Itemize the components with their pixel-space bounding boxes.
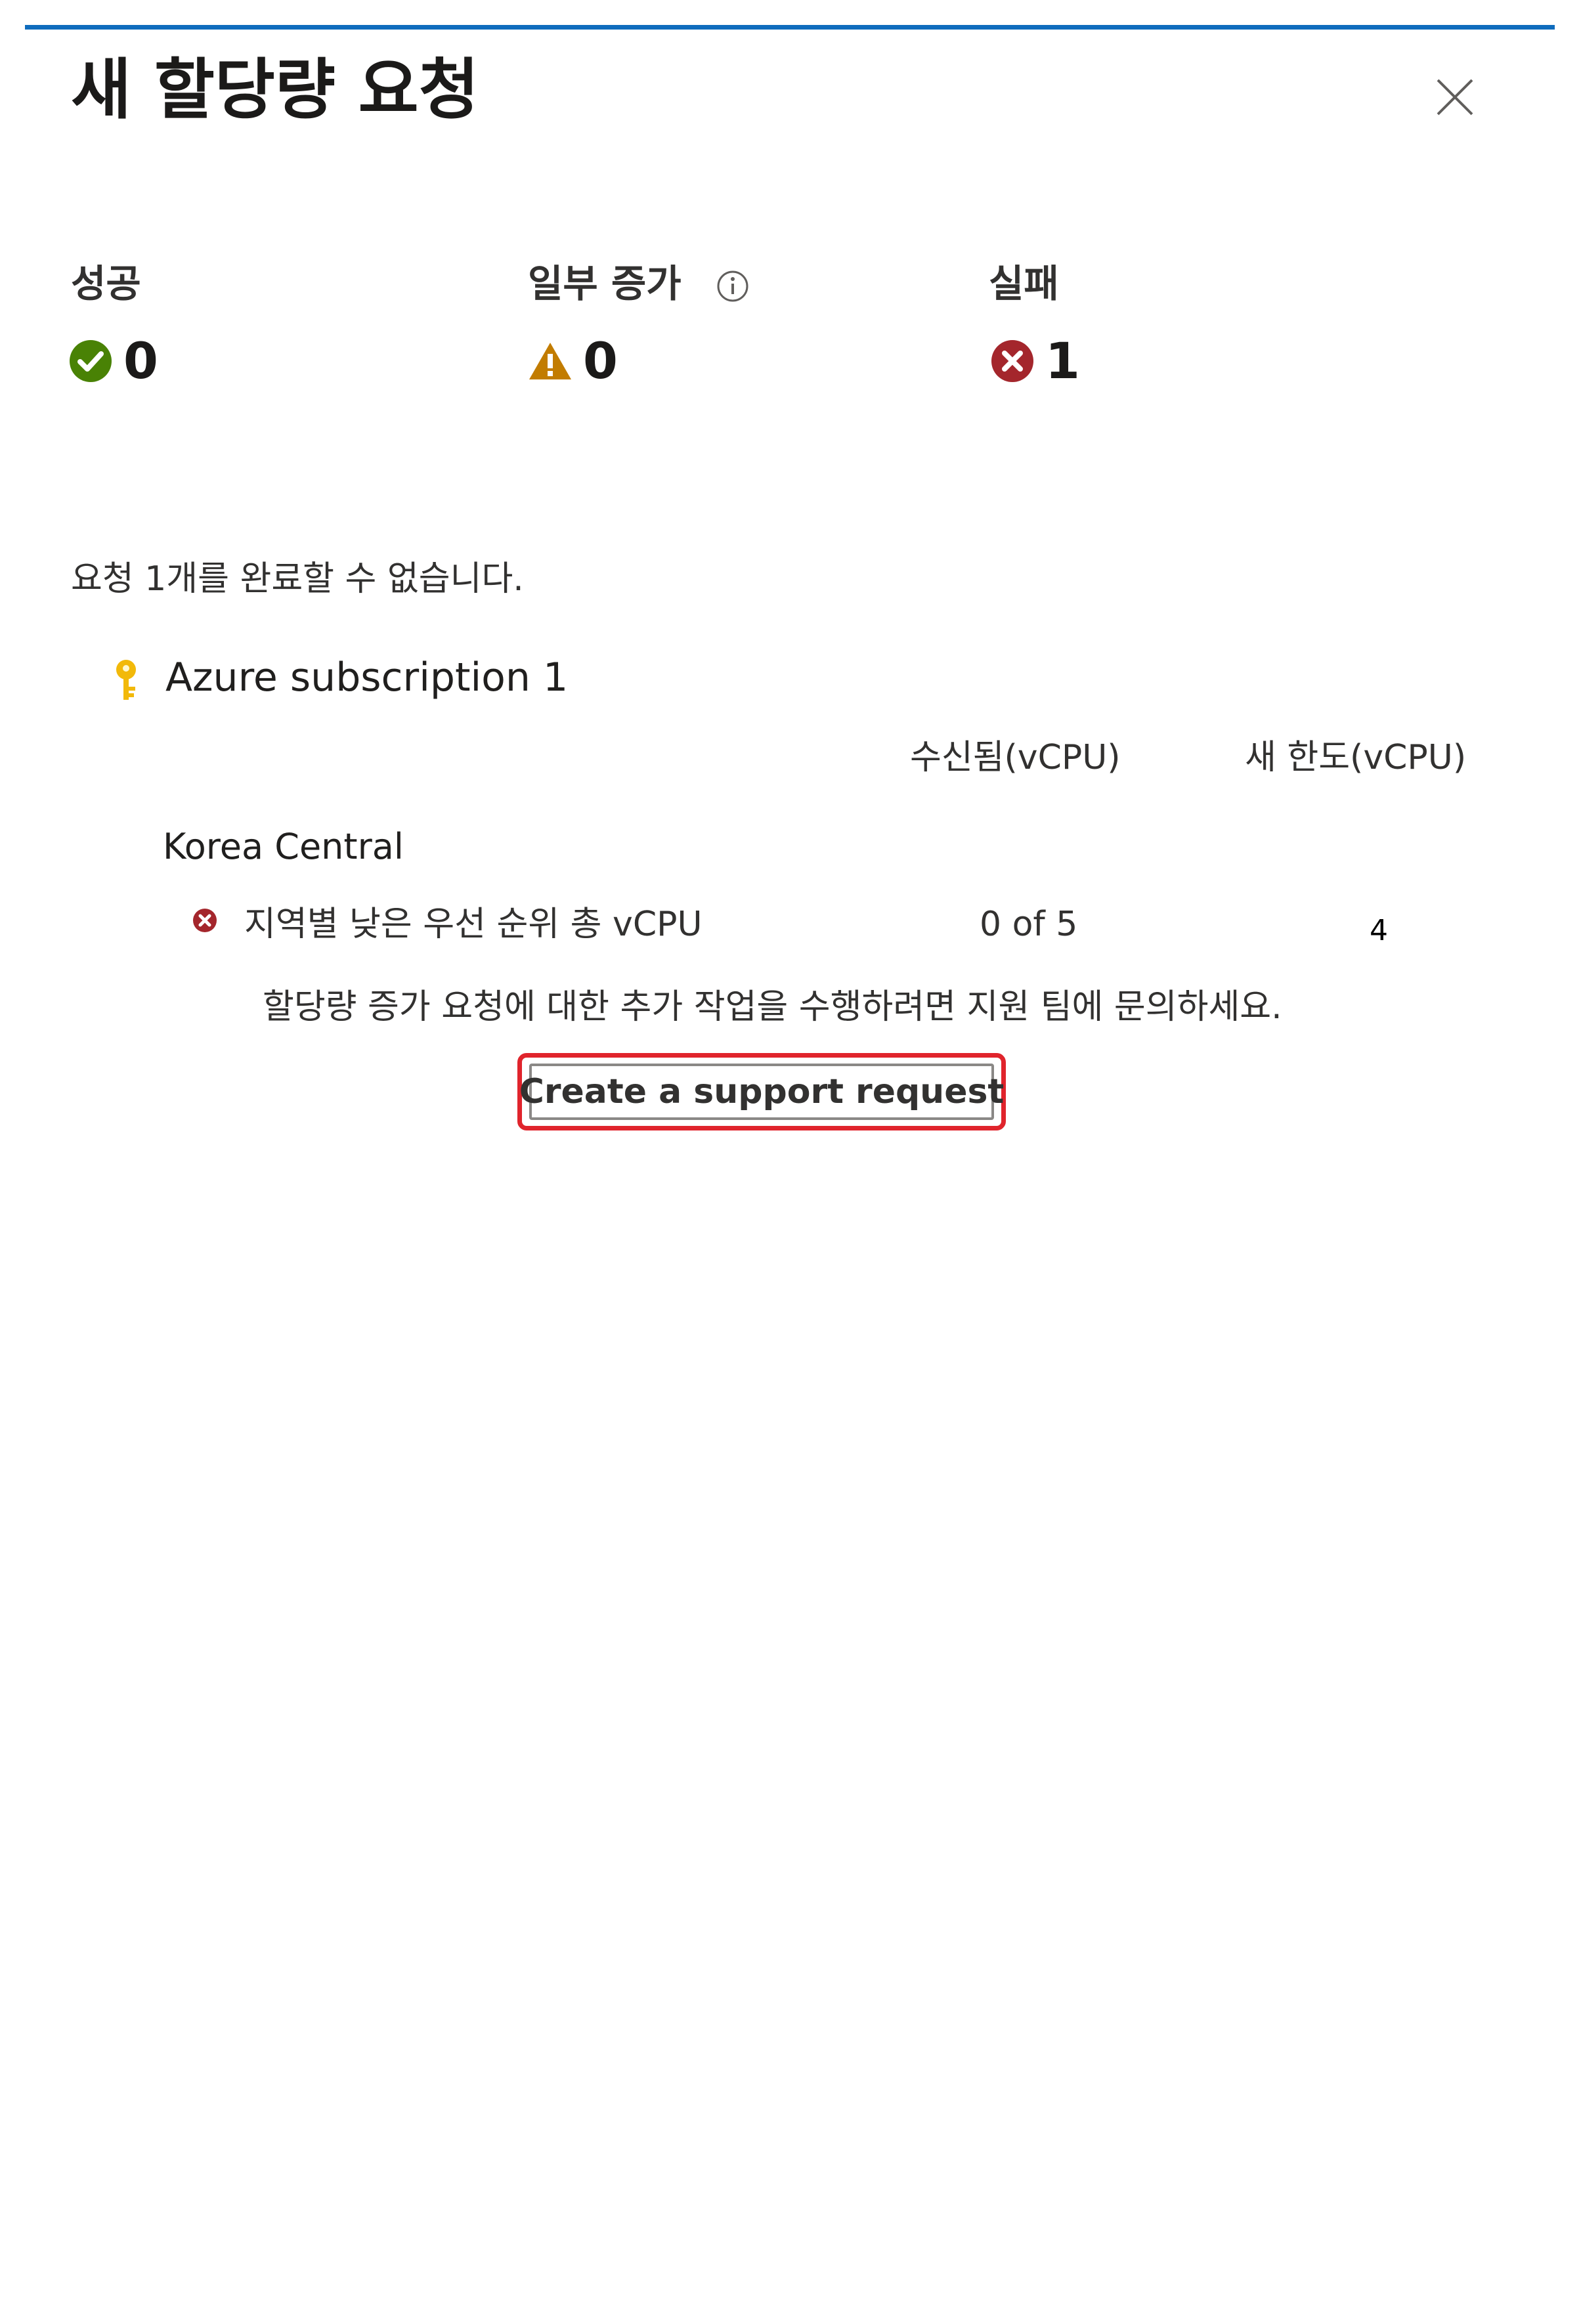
key-icon: [116, 660, 136, 700]
panel-title: 새 할당량 요청: [71, 51, 479, 128]
close-icon[interactable]: [1430, 72, 1480, 122]
success-count: 0: [68, 328, 158, 394]
create-support-request-button[interactable]: Create a support request: [519, 1064, 1004, 1120]
column-header-new-limit: 새 한도(vCPU): [1245, 738, 1467, 777]
warning-triangle-icon: [529, 343, 571, 379]
partial-count: 0: [528, 328, 618, 394]
quota-row-new-limit: 4: [1370, 914, 1388, 947]
partial-label: 일부 증가: [528, 261, 682, 306]
error-x-icon: [991, 340, 1033, 382]
info-icon[interactable]: [716, 269, 750, 303]
subscription-name: Azure subscription 1: [165, 655, 569, 700]
failed-count: 1: [990, 328, 1080, 394]
failed-count-value: 1: [1045, 332, 1080, 390]
quota-row-label: 지역별 낮은 우선 순위 총 vCPU: [244, 905, 703, 944]
panel-top-accent-line: [25, 25, 1555, 30]
success-label: 성공: [71, 261, 141, 306]
column-header-received: 수신됨(vCPU): [910, 738, 1121, 777]
summary-message: 요청 1개를 완료할 수 없습니다.: [71, 559, 524, 599]
error-x-icon: [193, 909, 217, 932]
quota-row-received: 0 of 5: [980, 905, 1078, 944]
contact-support-message: 할당량 증가 요청에 대한 추가 작업을 수행하려면 지원 팀에 문의하세요.: [263, 987, 1282, 1027]
failed-label: 실패: [989, 261, 1059, 306]
partial-count-value: 0: [583, 332, 618, 390]
success-count-value: 0: [123, 332, 158, 390]
success-check-icon: [70, 340, 112, 382]
region-name: Korea Central: [163, 826, 404, 867]
